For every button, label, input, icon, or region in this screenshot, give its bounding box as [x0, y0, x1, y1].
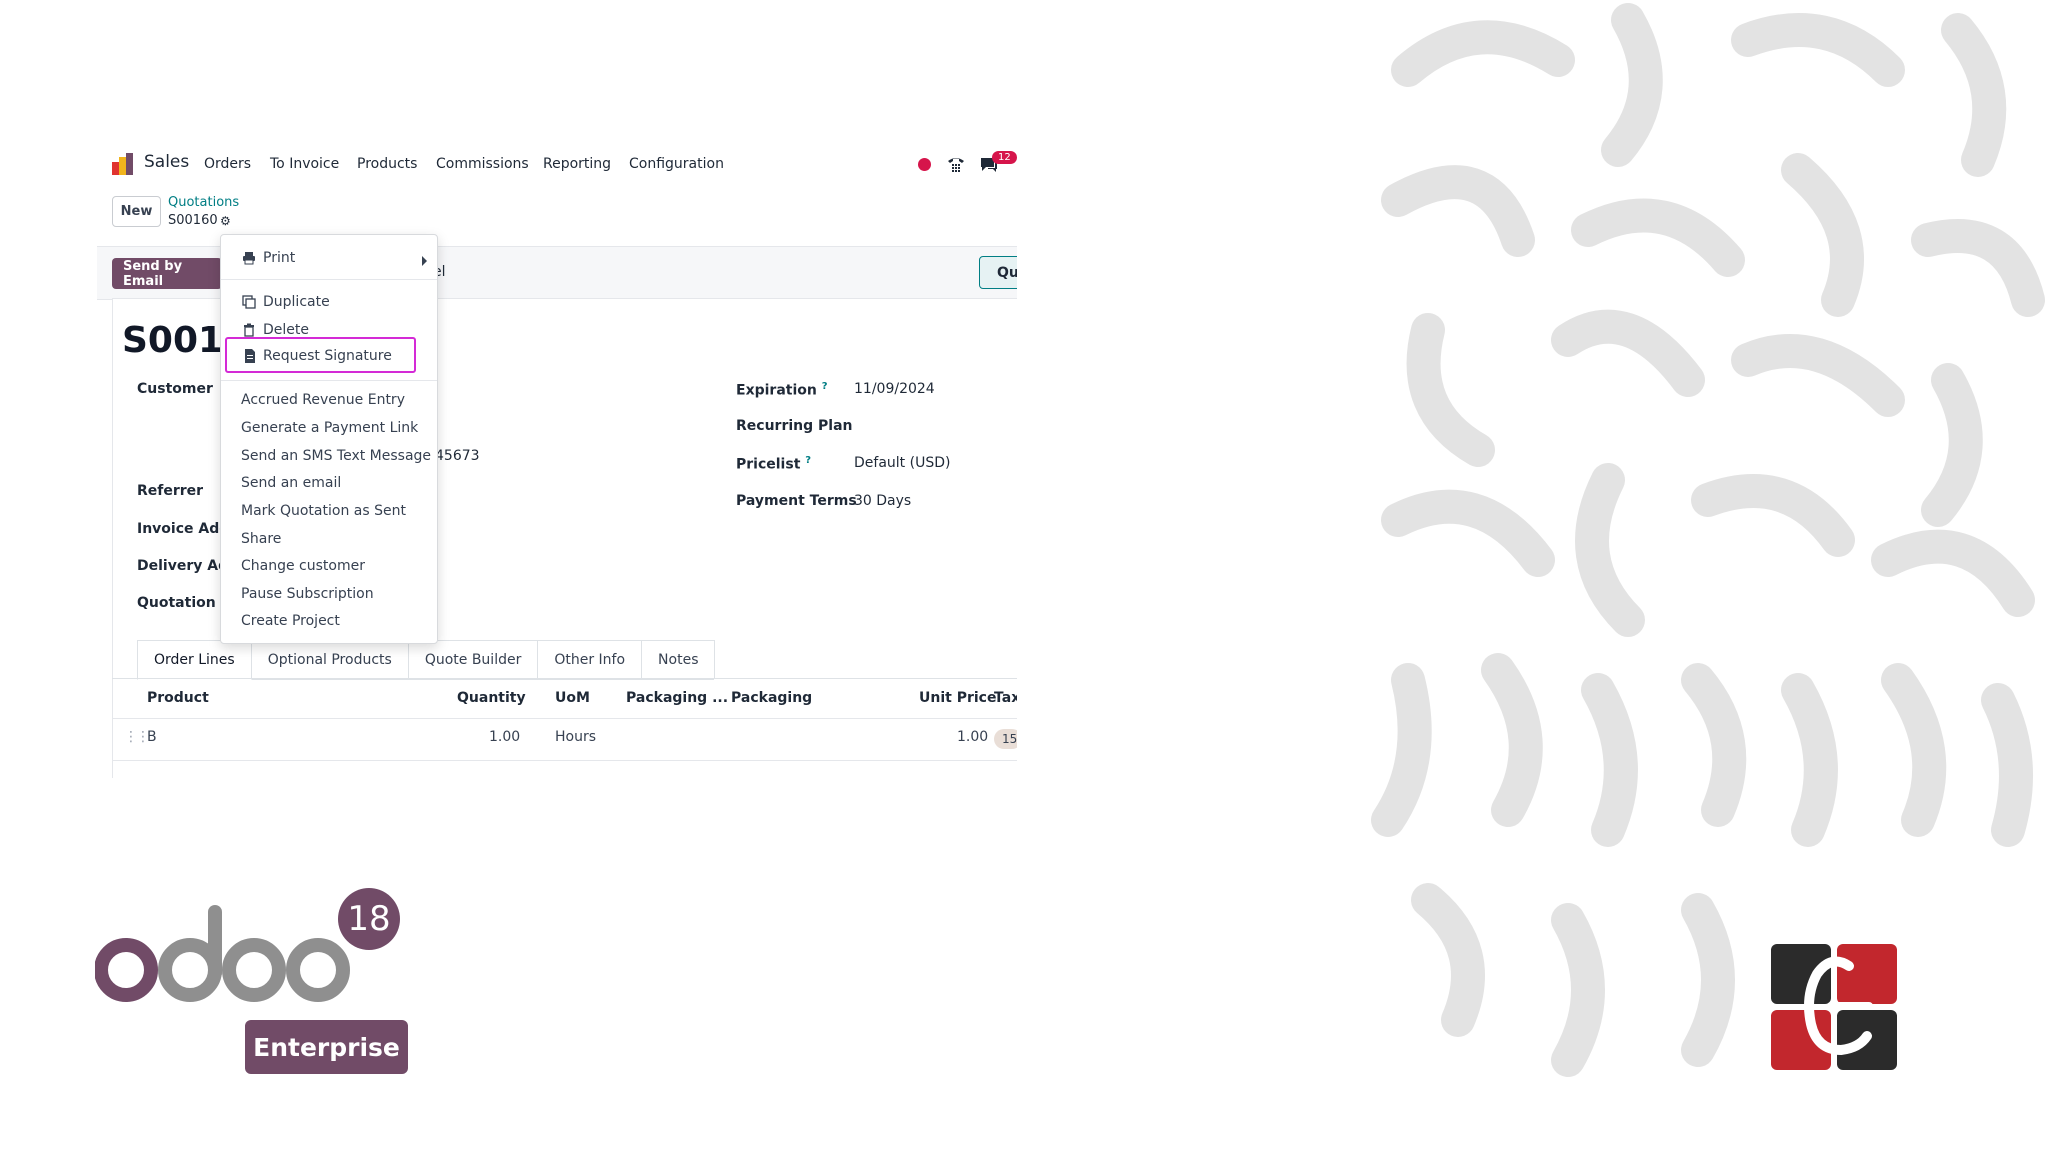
row-unit-price[interactable]: 1.00	[957, 729, 988, 745]
row-product[interactable]: B	[147, 729, 157, 745]
breadcrumb-quotations[interactable]: Quotations	[168, 195, 239, 210]
tab-quote-builder[interactable]: Quote Builder	[407, 640, 539, 679]
menu-to-invoice[interactable]: To Invoice	[270, 156, 339, 172]
menu-item-share[interactable]: Share	[221, 528, 437, 552]
top-navbar: Sales Orders To Invoice Products Commiss…	[97, 138, 1017, 190]
col-packaging-qty[interactable]: Packaging ...	[626, 690, 728, 706]
payment-terms-value[interactable]: 30 Days	[854, 493, 911, 509]
menu-item-accrued-revenue-entry[interactable]: Accrued Revenue Entry	[221, 389, 437, 413]
menu-item-mark-as-sent[interactable]: Mark Quotation as Sent	[221, 500, 437, 524]
quotation-status-button[interactable]: Qu	[979, 256, 1017, 289]
odoo-logo	[95, 905, 350, 1002]
new-button[interactable]: New	[112, 196, 161, 227]
help-icon[interactable]: ?	[805, 455, 811, 466]
menu-item-change-customer[interactable]: Change customer	[221, 555, 437, 579]
menu-products[interactable]: Products	[357, 156, 417, 172]
col-product[interactable]: Product	[147, 690, 209, 706]
col-packaging[interactable]: Packaging	[731, 690, 812, 706]
col-quantity[interactable]: Quantity	[457, 690, 526, 706]
version-badge: 18	[338, 888, 400, 950]
decorative-swirl-pattern	[1371, 3, 2045, 1077]
breadcrumb-current: S00160	[168, 213, 218, 228]
sales-app-icon[interactable]	[111, 152, 135, 176]
pricelist-label: Pricelist ?	[736, 455, 812, 473]
customer-label: Customer	[137, 381, 213, 397]
tab-order-lines[interactable]: Order Lines	[137, 640, 252, 680]
menu-item-duplicate[interactable]: Duplicate	[221, 291, 437, 315]
expiration-value[interactable]: 11/09/2024	[854, 381, 935, 397]
menu-reporting[interactable]: Reporting	[543, 156, 611, 172]
notebook-tabs: Order Lines Optional Products Quote Buil…	[137, 640, 716, 680]
chat-count-badge: 12	[992, 151, 1017, 164]
referrer-label: Referrer	[137, 483, 204, 499]
pricelist-value[interactable]: Default (USD)	[854, 455, 950, 471]
app-name[interactable]: Sales	[144, 152, 189, 172]
tab-optional-products[interactable]: Optional Products	[250, 640, 409, 679]
enterprise-badge: Enterprise	[245, 1020, 408, 1074]
row-tax-badge[interactable]: 15	[994, 729, 1017, 749]
recurring-plan-label: Recurring Plan	[736, 418, 853, 434]
menu-orders[interactable]: Orders	[204, 156, 251, 172]
menu-item-generate-payment-link[interactable]: Generate a Payment Link	[221, 417, 437, 441]
tab-other-info[interactable]: Other Info	[537, 640, 643, 679]
copy-icon	[242, 295, 256, 309]
partner-logo-icon	[1771, 944, 1897, 1070]
tab-notes[interactable]: Notes	[641, 640, 716, 679]
menu-item-print[interactable]: Print	[221, 247, 437, 271]
expiration-label: Expiration ?	[736, 381, 828, 399]
payment-terms-label: Payment Terms	[736, 493, 857, 509]
help-icon[interactable]: ?	[822, 381, 828, 392]
actions-dropdown-menu: Print Duplicate Delete Request Signature…	[220, 234, 438, 644]
menu-commissions[interactable]: Commissions	[436, 156, 529, 172]
col-tax[interactable]: Tax	[994, 690, 1017, 706]
menu-item-create-project[interactable]: Create Project	[221, 610, 437, 634]
status-dot-icon[interactable]	[918, 158, 931, 171]
row-quantity[interactable]: 1.00	[489, 729, 520, 745]
tab-divider	[112, 678, 1017, 679]
menu-divider	[221, 380, 437, 381]
col-unit-price[interactable]: Unit Price	[919, 690, 996, 706]
customer-phone-fragment: 45673	[435, 448, 480, 464]
col-uom[interactable]: UoM	[555, 690, 590, 706]
menu-item-pause-subscription[interactable]: Pause Subscription	[221, 583, 437, 607]
phone-icon[interactable]	[946, 154, 966, 174]
trash-icon	[242, 323, 256, 337]
menu-item-send-email[interactable]: Send an email	[221, 472, 437, 496]
menu-item-send-sms[interactable]: Send an SMS Text Message	[221, 445, 437, 469]
drag-handle-icon[interactable]: ⋮⋮	[124, 729, 150, 745]
menu-configuration[interactable]: Configuration	[629, 156, 724, 172]
send-by-email-button[interactable]: Send by Email	[112, 258, 222, 289]
table-header-divider	[112, 718, 1017, 719]
table-row-divider	[112, 760, 1017, 761]
printer-icon	[242, 251, 256, 265]
row-uom[interactable]: Hours	[555, 729, 596, 745]
highlight-box	[225, 337, 416, 373]
submenu-arrow-icon	[422, 256, 427, 266]
gear-icon[interactable]: ⚙	[220, 214, 231, 228]
menu-divider	[221, 279, 437, 280]
